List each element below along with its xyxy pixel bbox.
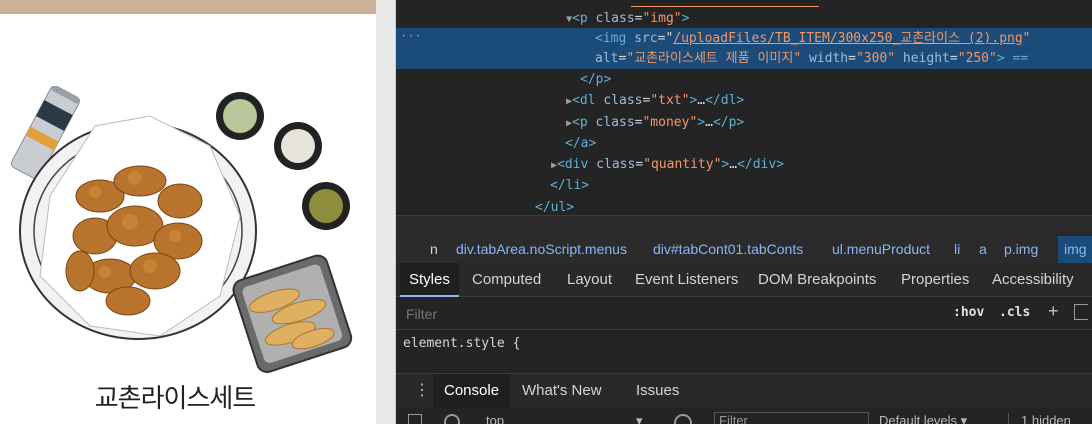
breadcrumb-item[interactable]: p.img	[1004, 236, 1038, 263]
context-selector[interactable]: top	[486, 413, 504, 424]
context-dropdown-icon[interactable]: ▾	[636, 413, 643, 424]
sidebar-toggle-icon[interactable]	[408, 414, 422, 424]
new-style-rule-icon[interactable]: +	[1048, 301, 1059, 322]
panel-resize-gutter[interactable]	[376, 0, 396, 424]
dom-line-li-close[interactable]: </li>	[396, 175, 1092, 196]
console-filter-input[interactable]: Filter	[714, 412, 869, 424]
page-top-band	[0, 0, 376, 14]
styles-filter-bar: :hov .cls +	[396, 298, 1092, 330]
breadcrumb-item[interactable]: li	[954, 236, 960, 263]
dom-breadcrumb: n div.tabArea.noScript.menus div#tabCont…	[396, 236, 1092, 263]
fries-tray-graphic	[232, 254, 353, 373]
class-toggle[interactable]: .cls	[999, 305, 1030, 320]
dom-line-div-quantity[interactable]: ▶<div class="quantity">…</div>	[396, 154, 1092, 175]
tab-styles[interactable]: Styles	[400, 263, 459, 297]
breadcrumb-item[interactable]: n	[430, 236, 438, 263]
hover-state-toggle[interactable]: :hov	[953, 305, 984, 320]
console-toolbar: top ▾ Filter Default levels ▾ 1 hidden	[396, 408, 1092, 424]
dom-line-img-attrs[interactable]: alt="교촌라이스세트 제품 이미지" width="300" height=…	[396, 48, 1092, 69]
devtools-panel: ▼<p class="img"> <img src="/uploadFiles/…	[396, 0, 1092, 424]
live-expression-eye-icon[interactable]	[674, 414, 692, 424]
tab-issues[interactable]: Issues	[636, 374, 679, 408]
style-rules: element.style {	[396, 331, 1092, 373]
element-style-rule[interactable]: element.style {	[403, 336, 520, 351]
dom-line-p-money[interactable]: ▶<p class="money">…</p>	[396, 112, 1092, 133]
styles-filter-input[interactable]	[406, 304, 706, 324]
drawer-tabs: ⋮ Console What's New Issues	[396, 373, 1092, 408]
breadcrumb-item[interactable]: ul.menuProduct	[832, 236, 930, 263]
chicken-basket-graphic	[19, 115, 257, 340]
dom-line-p-close[interactable]: </p>	[396, 69, 1092, 90]
breadcrumb-item[interactable]: div#tabCont01.tabConts	[653, 236, 803, 263]
clear-console-icon[interactable]	[444, 414, 460, 424]
more-actions-dots-icon[interactable]: ···	[400, 29, 422, 43]
product-image[interactable]	[0, 86, 376, 378]
tab-properties[interactable]: Properties	[901, 263, 969, 297]
styles-pane-tabs: Styles Computed Layout Event Listeners D…	[396, 263, 1092, 297]
toggle-sidebar-icon[interactable]	[1074, 304, 1088, 320]
elements-horizontal-scrollbar[interactable]	[396, 215, 1092, 235]
log-levels-dropdown[interactable]: Default levels ▾	[879, 413, 967, 424]
elements-tree[interactable]: ▼<p class="img"> <img src="/uploadFiles/…	[396, 0, 1092, 215]
dom-line-dl-txt[interactable]: ▶<dl class="txt">…</dl>	[396, 90, 1092, 111]
dom-line-img-selected[interactable]: <img src="/uploadFiles/TB_ITEM/300x250_교…	[396, 28, 1092, 49]
dom-line-a-close[interactable]: </a>	[396, 133, 1092, 154]
breadcrumb-item[interactable]: a	[979, 236, 987, 263]
dom-line-p-img[interactable]: ▼<p class="img">	[396, 8, 1092, 29]
breadcrumb-item[interactable]: div.tabArea.noScript.menus	[456, 236, 627, 263]
tab-console[interactable]: Console	[433, 374, 511, 408]
tab-whats-new[interactable]: What's New	[522, 374, 602, 408]
hidden-count: 1 hidden	[1008, 413, 1071, 424]
tab-layout[interactable]: Layout	[567, 263, 612, 297]
breadcrumb-item-selected[interactable]: img	[1058, 236, 1092, 263]
drawer-menu-icon[interactable]: ⋮	[414, 378, 430, 404]
product-title[interactable]: 교촌라이스세트	[0, 378, 350, 415]
tab-computed[interactable]: Computed	[472, 263, 541, 297]
tab-accessibility[interactable]: Accessibility	[992, 263, 1074, 297]
screen: 교촌라이스세트 ▼<p class="img"> <img src="/uplo…	[0, 0, 1092, 424]
img-src-link[interactable]: /uploadFiles/TB_ITEM/300x250_교촌라이스 (2).p…	[673, 31, 1022, 46]
tab-event-listeners[interactable]: Event Listeners	[635, 263, 738, 297]
tab-dom-breakpoints[interactable]: DOM Breakpoints	[758, 263, 876, 297]
web-page-viewport: 교촌라이스세트	[0, 0, 376, 424]
